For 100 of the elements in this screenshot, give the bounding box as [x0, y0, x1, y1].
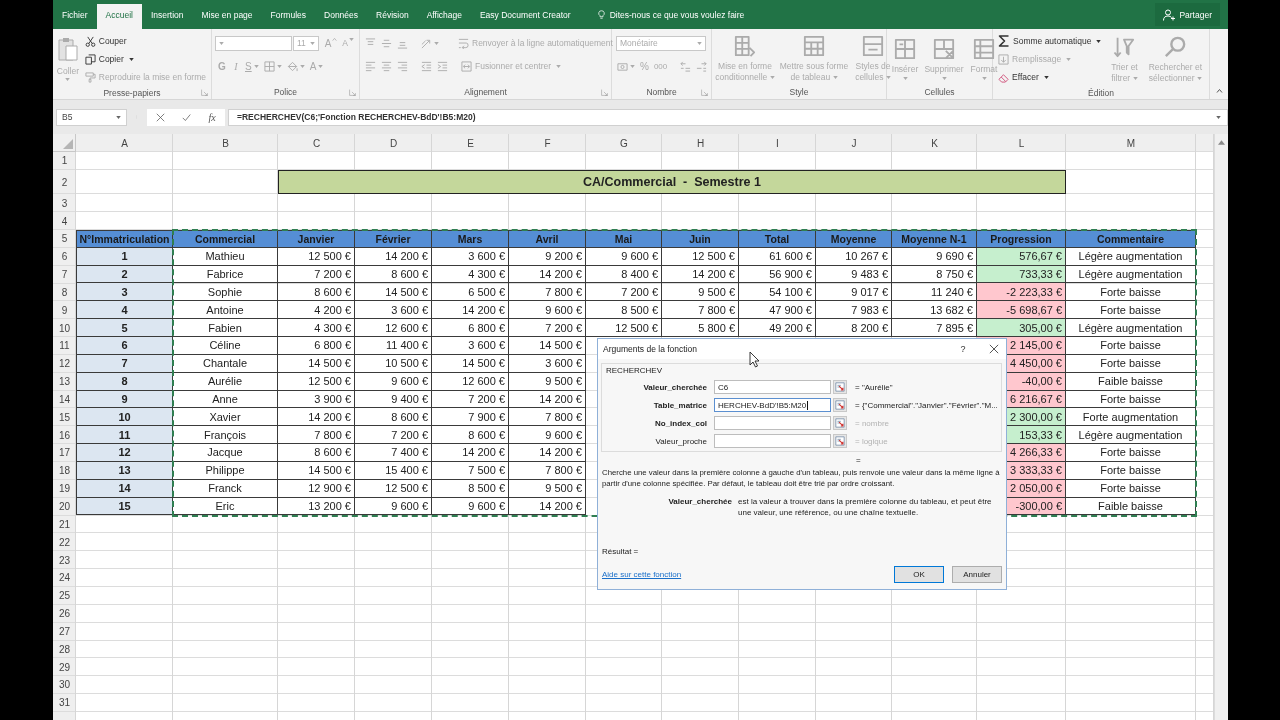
column-header[interactable]: K — [892, 134, 977, 152]
row-number[interactable]: 22 — [53, 533, 76, 552]
table-cell: 5 — [76, 319, 173, 337]
row-number[interactable]: 4 — [53, 212, 76, 230]
function-name: RECHERCHEV — [606, 365, 662, 377]
row-number[interactable]: 25 — [53, 586, 76, 605]
ribbon-tab[interactable]: Fichier — [53, 0, 97, 29]
scroll-up-icon[interactable] — [1218, 140, 1225, 145]
column-header[interactable]: H — [662, 134, 739, 152]
row-number[interactable]: 16 — [53, 426, 76, 445]
row-number[interactable]: 21 — [53, 515, 76, 534]
column-header[interactable]: M — [1066, 134, 1196, 152]
row-number[interactable]: 17 — [53, 444, 76, 462]
row-number[interactable]: 28 — [53, 640, 76, 659]
row-number[interactable]: 30 — [53, 676, 76, 694]
row-number[interactable]: 27 — [53, 622, 76, 641]
column-header[interactable]: G — [586, 134, 662, 152]
range-select-button[interactable] — [833, 380, 847, 394]
row-number[interactable]: 19 — [53, 479, 76, 498]
column-header[interactable]: F — [509, 134, 586, 152]
row-number[interactable]: 26 — [53, 604, 76, 623]
dialog-button[interactable]: OK — [894, 566, 944, 583]
collapse-ribbon-button[interactable] — [1214, 88, 1224, 94]
caret-icon — [885, 76, 891, 80]
range-select-button[interactable] — [833, 398, 847, 412]
row-number[interactable]: 8 — [53, 283, 76, 302]
help-button[interactable]: ? — [956, 344, 970, 354]
group-label: Presse-papiers — [103, 87, 161, 98]
close-button[interactable] — [987, 342, 1001, 356]
row-number[interactable]: 23 — [53, 551, 76, 569]
argument-result: = nombre — [855, 418, 890, 428]
column-header[interactable]: B — [173, 134, 278, 152]
row-number[interactable]: 5 — [53, 229, 76, 248]
insert-function-button[interactable]: fx — [199, 108, 225, 126]
chevron-up-icon — [1215, 89, 1223, 93]
copy-button[interactable]: Copier — [82, 50, 208, 68]
row-number[interactable]: 20 — [53, 497, 76, 516]
ribbon-tab[interactable]: Mise en page — [192, 0, 262, 29]
table-cell: 4 300 € — [278, 319, 355, 337]
tell-me-field[interactable]: Dites-nous ce que vous voulez faire — [609, 0, 760, 29]
argument-field[interactable] — [714, 434, 831, 448]
share-button[interactable]: Partager — [1155, 3, 1220, 26]
row-number[interactable]: 14 — [53, 390, 76, 409]
ribbon-tab[interactable]: Easy Document Creator — [470, 0, 580, 29]
table-cell: 4 300 € — [432, 265, 509, 284]
ribbon-tab[interactable]: Accueil — [96, 4, 142, 29]
select-all-button[interactable] — [53, 134, 76, 152]
row-number[interactable]: 15 — [53, 408, 76, 427]
column-header[interactable]: L — [977, 134, 1066, 152]
row-number[interactable]: 11 — [53, 337, 76, 355]
table-cell: 9 500 € — [509, 479, 586, 498]
help-link[interactable]: Aide sur cette fonction — [602, 570, 682, 579]
column-header[interactable]: J — [816, 134, 892, 152]
column-header[interactable]: A — [76, 134, 173, 152]
table-cell: 14 500 € — [278, 461, 355, 480]
table-cell: 9 500 € — [662, 283, 739, 302]
argument-field[interactable] — [714, 416, 831, 430]
range-select-button[interactable] — [833, 434, 847, 448]
row-number[interactable]: 6 — [53, 247, 76, 266]
autosum-button[interactable]: Somme automatique — [996, 32, 1104, 50]
row-number[interactable]: 1 — [53, 152, 76, 170]
argument-label: Valeur_proche — [654, 436, 707, 446]
caret-icon — [697, 41, 702, 45]
column-header[interactable]: C — [278, 134, 355, 152]
row-number[interactable]: 10 — [53, 319, 76, 337]
vertical-scrollbar[interactable] — [1214, 134, 1228, 720]
ribbon-tab[interactable]: Formules — [261, 0, 315, 29]
table-cell: 14 200 € — [432, 444, 509, 462]
cancel-button[interactable] — [147, 108, 173, 126]
ribbon-tab[interactable]: Affichage — [417, 0, 471, 29]
formula-field[interactable]: =RECHERCHEV(C6;'Fonction RECHERCHEV-BdD'!B5:M20) — [228, 108, 1228, 126]
row-number[interactable]: 2 — [53, 169, 76, 195]
row-number[interactable]: 3 — [53, 194, 76, 213]
row-number[interactable]: 7 — [53, 265, 76, 284]
table-cell: 3 600 € — [355, 301, 432, 320]
column-heading: Avril — [509, 229, 586, 248]
argument-field[interactable]: C6 — [714, 380, 831, 394]
row-number[interactable]: 18 — [53, 461, 76, 480]
cut-button[interactable]: Couper — [82, 32, 208, 50]
range-select-button[interactable] — [833, 416, 847, 430]
column-header[interactable]: D — [355, 134, 432, 152]
row-number[interactable]: 13 — [53, 372, 76, 391]
ribbon-tab[interactable]: Révision — [367, 0, 418, 29]
row-number[interactable]: 29 — [53, 658, 76, 676]
ribbon-tab[interactable]: Insertion — [141, 0, 193, 29]
name-box[interactable]: B5 — [56, 108, 127, 126]
column-heading: Février — [355, 229, 432, 248]
increase-indent-icon — [437, 60, 448, 72]
table-cell: 15 400 € — [355, 461, 432, 480]
column-heading: N°Immatriculation — [76, 229, 173, 248]
row-number[interactable]: 9 — [53, 301, 76, 320]
row-number[interactable]: 31 — [53, 693, 76, 712]
column-header[interactable]: E — [432, 134, 509, 152]
column-header[interactable]: I — [739, 134, 816, 152]
row-number[interactable]: 24 — [53, 568, 76, 587]
row-number[interactable]: 12 — [53, 354, 76, 373]
dialog-button[interactable]: Annuler — [952, 566, 1002, 583]
argument-field[interactable]: HERCHEV-BdD'!B5:M20 — [714, 398, 831, 412]
ribbon-tab[interactable]: Données — [315, 0, 368, 29]
table-cell: 7 900 € — [432, 408, 509, 427]
